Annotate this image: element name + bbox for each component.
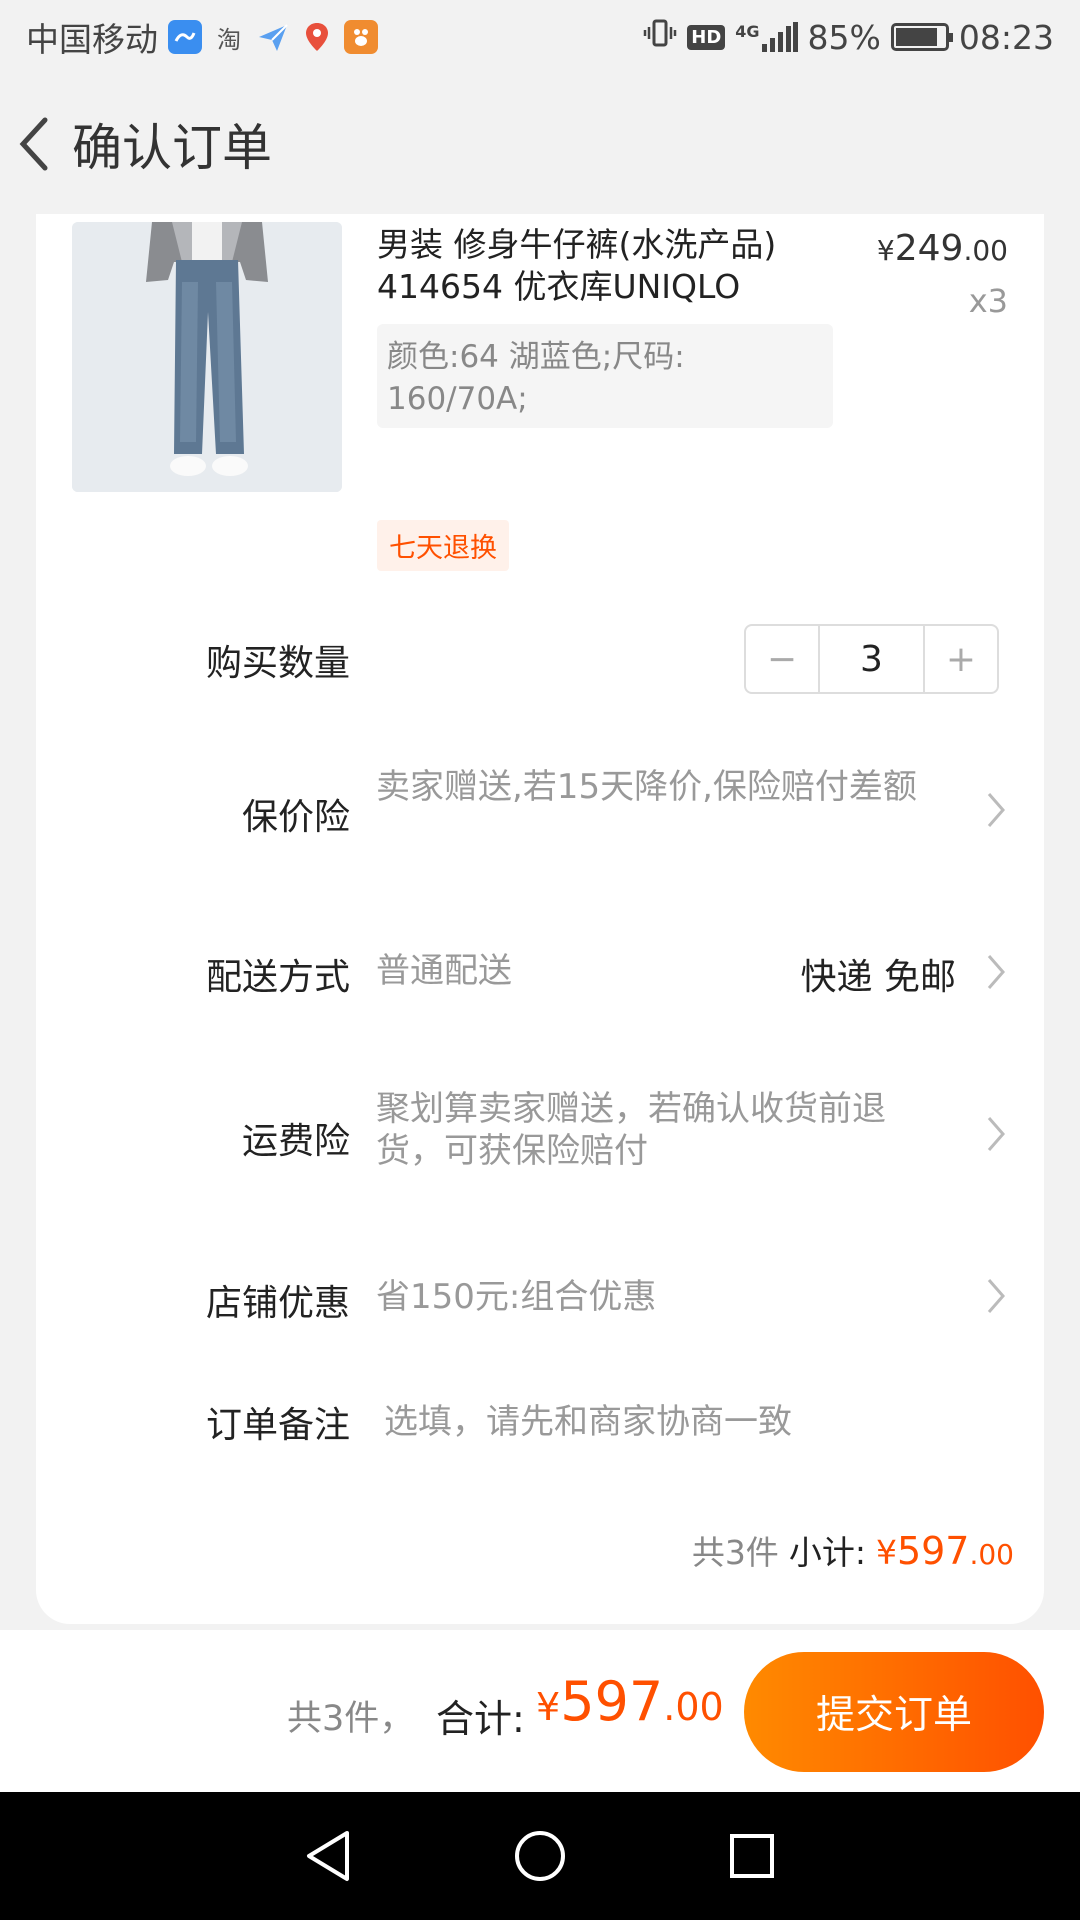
page-title: 确认订单: [72, 119, 272, 177]
increase-button[interactable]: +: [925, 626, 997, 692]
subtotal-count: 共3件: [691, 1533, 779, 1572]
battery-icon: [890, 23, 953, 51]
store-discount-row[interactable]: 店铺优惠 省150元:组合优惠: [36, 1254, 1044, 1334]
back-button[interactable]: [0, 74, 70, 214]
quantity-value[interactable]: 3: [818, 626, 925, 692]
battery-level: [895, 28, 937, 46]
total-amount: ¥597.00: [536, 1670, 724, 1733]
chevron-right-icon: [987, 1279, 1005, 1313]
subtotal-label: 小计:: [788, 1533, 866, 1572]
product-sku: 颜色:64 湖蓝色;尺码: 160/70A;: [377, 324, 833, 428]
chevron-right-icon: [987, 1117, 1005, 1151]
subtotal-decimal: .00: [969, 1538, 1014, 1571]
shipping-insurance-value: 聚划算卖家赠送，若确认收货前退货，可获保险赔付: [376, 1089, 886, 1171]
paperplane-app-icon: [256, 20, 290, 54]
total-symbol: ¥: [536, 1685, 561, 1729]
delivery-label: 配送方式: [205, 957, 350, 998]
status-bar: 中国移动 淘 HD 4G 85% 08:23: [0, 0, 1080, 74]
product-image[interactable]: [72, 222, 342, 492]
delivery-method: 快递 免邮: [800, 957, 956, 998]
jeans-model-image: [72, 222, 342, 492]
delivery-row[interactable]: 配送方式 普通配送 快递 免邮: [36, 934, 1044, 1014]
chevron-left-icon: [19, 117, 48, 171]
order-note-label: 订单备注: [205, 1405, 350, 1446]
status-right: HD 4G 85% 08:23: [643, 16, 1054, 58]
price-integer: 249: [894, 228, 964, 269]
product-title[interactable]: 男装 修身牛仔裤(水洗产品) 414654 优衣库UNIQLO: [377, 224, 827, 308]
checkout-bar: 共3件， 合计: ¥597.00 提交订单: [0, 1630, 1080, 1792]
product-price: ¥249.00: [877, 228, 1008, 269]
circle-home-icon: [515, 1831, 565, 1881]
signal-icon: 4G: [735, 22, 798, 52]
decrease-button[interactable]: −: [746, 626, 818, 692]
chevron-right-icon: [987, 955, 1005, 989]
delivery-value: 普通配送: [376, 951, 512, 991]
chevron-right-icon: [987, 793, 1005, 827]
submit-order-button[interactable]: 提交订单: [744, 1652, 1044, 1772]
square-recents-icon: [730, 1834, 774, 1878]
quantity-stepper: − 3 +: [744, 624, 999, 694]
huanxin-app-icon: [168, 20, 202, 54]
product-quantity: x3: [968, 282, 1008, 320]
price-protection-row[interactable]: 保价险 卖家赠送,若15天降价,保险赔付差额: [36, 754, 1044, 864]
store-discount-value: 省150元:组合优惠: [376, 1277, 657, 1317]
store-discount-label: 店铺优惠: [205, 1283, 350, 1324]
hd-badge: HD: [687, 24, 726, 50]
carrier-name: 中国移动: [26, 20, 158, 59]
taobao-app-icon: 淘: [217, 25, 241, 54]
price-protection-value: 卖家赠送,若15天降价,保险赔付差额: [376, 767, 917, 807]
total-decimal: .00: [663, 1685, 724, 1729]
status-left: 中国移动 淘: [26, 13, 378, 61]
triangle-back-icon: [307, 1831, 349, 1881]
total-integer: 597: [560, 1670, 664, 1733]
baidu-app-icon: [344, 20, 378, 54]
header: 确认订单: [0, 74, 1080, 214]
vibrate-icon: [643, 16, 677, 58]
battery-percent: 85%: [807, 17, 881, 57]
price-decimal: .00: [963, 234, 1008, 267]
quantity-label: 购买数量: [205, 643, 350, 684]
system-nav-bar: [0, 1792, 1080, 1920]
map-app-icon: [300, 20, 334, 54]
price-protection-label: 保价险: [241, 797, 350, 838]
network-type: 4G: [735, 22, 760, 41]
total-count: 共3件，: [287, 1699, 415, 1739]
subtotal: 共3件 小计: ¥597.00: [692, 1526, 1014, 1574]
subtotal-amount: ¥597.00: [876, 1529, 1014, 1573]
return-policy-badge: 七天退换: [377, 520, 509, 571]
subtotal-integer: 597: [896, 1529, 970, 1573]
price-symbol: ¥: [876, 234, 895, 267]
subtotal-symbol: ¥: [875, 1533, 897, 1572]
order-note-input[interactable]: [376, 1392, 1006, 1452]
shipping-insurance-label: 运费险: [241, 1121, 350, 1162]
system-recents-button[interactable]: [722, 1826, 782, 1886]
shipping-insurance-row[interactable]: 运费险 聚划算卖家赠送，若确认收货前退货，可获保险赔付: [36, 1074, 1044, 1184]
system-home-button[interactable]: [510, 1826, 570, 1886]
system-back-button[interactable]: [298, 1826, 358, 1886]
total-label: 合计:: [436, 1697, 525, 1741]
order-card: 男装 修身牛仔裤(水洗产品) 414654 优衣库UNIQLO 颜色:64 湖蓝…: [36, 214, 1044, 1624]
clock: 08:23: [958, 17, 1054, 57]
